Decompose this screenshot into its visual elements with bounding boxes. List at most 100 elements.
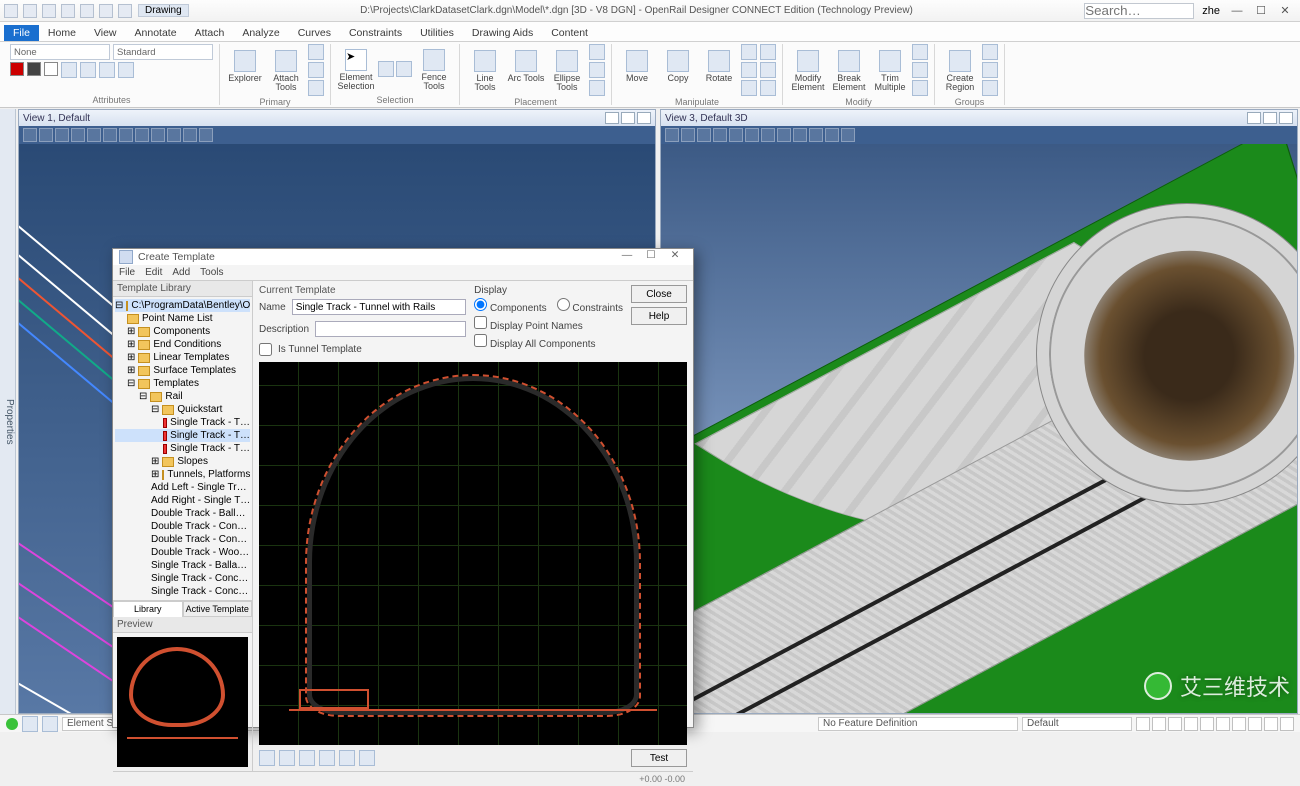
- tab-view[interactable]: View: [85, 25, 126, 41]
- vt-icon[interactable]: [71, 128, 85, 142]
- tree-leaf[interactable]: Double Track - Ball…: [115, 507, 250, 520]
- tunnel-checkbox[interactable]: [259, 343, 272, 356]
- sb-icon[interactable]: [1136, 717, 1150, 731]
- desc-field[interactable]: [315, 321, 466, 337]
- tab-utilities[interactable]: Utilities: [411, 25, 463, 41]
- radio-components[interactable]: Components: [474, 298, 546, 314]
- rotate-button[interactable]: Rotate: [700, 48, 738, 92]
- vt-icon[interactable]: [713, 128, 727, 142]
- ellipse-tools-button[interactable]: Ellipse Tools: [548, 48, 586, 92]
- name-field[interactable]: [292, 299, 466, 315]
- tree-leaf[interactable]: Double Track - Con…: [115, 533, 250, 546]
- tab-library[interactable]: Library: [113, 601, 183, 617]
- copy-button[interactable]: Copy: [659, 48, 697, 92]
- qat-icon[interactable]: [4, 4, 18, 18]
- vt-icon[interactable]: [793, 128, 807, 142]
- mod-icon[interactable]: [912, 62, 928, 78]
- template-tree[interactable]: ⊟C:\ProgramData\Bentley\OpenR… Point Nam…: [113, 297, 252, 600]
- sb-icon[interactable]: [1232, 717, 1246, 731]
- tree-node[interactable]: Point Name List: [115, 312, 250, 325]
- grp-icon[interactable]: [982, 80, 998, 96]
- vt-icon[interactable]: [761, 128, 775, 142]
- tab-drawing-aids[interactable]: Drawing Aids: [463, 25, 542, 41]
- menu-file[interactable]: File: [119, 267, 135, 278]
- place-icon[interactable]: [589, 62, 605, 78]
- trim-multiple-button[interactable]: Trim Multiple: [871, 48, 909, 92]
- style-dropdown[interactable]: Standard: [113, 44, 213, 60]
- tree-leaf[interactable]: Add Right - Single T…: [115, 494, 250, 507]
- qat-icon[interactable]: [118, 4, 132, 18]
- qat-icon[interactable]: [23, 4, 37, 18]
- modify-element-button[interactable]: Modify Element: [789, 48, 827, 92]
- move-button[interactable]: Move: [618, 48, 656, 92]
- view-canvas-3d[interactable]: [661, 144, 1297, 713]
- menu-add[interactable]: Add: [172, 267, 190, 278]
- sb-icon[interactable]: [42, 716, 58, 732]
- view-min-icon[interactable]: [1247, 112, 1261, 124]
- tree-leaf[interactable]: Single Track - T…: [115, 416, 250, 429]
- side-tab[interactable]: Properties: [0, 109, 16, 714]
- canvas-tool-icon[interactable]: [319, 750, 335, 766]
- tree-leaf[interactable]: Single Track - Conc…: [115, 572, 250, 585]
- sel-icon[interactable]: [396, 61, 412, 77]
- tab-annotate[interactable]: Annotate: [126, 25, 186, 41]
- man-icon[interactable]: [741, 80, 757, 96]
- tree-root[interactable]: ⊟C:\ProgramData\Bentley\OpenR…: [115, 299, 250, 312]
- tree-node[interactable]: ⊞End Conditions: [115, 338, 250, 351]
- mod-icon[interactable]: [912, 44, 928, 60]
- attr-icon[interactable]: [61, 62, 77, 78]
- view-header[interactable]: View 1, Default: [19, 110, 655, 126]
- canvas-tool-icon[interactable]: [299, 750, 315, 766]
- canvas-tool-icon[interactable]: [279, 750, 295, 766]
- prim-icon[interactable]: [308, 80, 324, 96]
- dialog-min-icon[interactable]: —: [615, 249, 639, 265]
- dialog-close-icon[interactable]: ✕: [663, 249, 687, 265]
- tab-content[interactable]: Content: [542, 25, 597, 41]
- vt-icon[interactable]: [103, 128, 117, 142]
- tree-node[interactable]: ⊞Components: [115, 325, 250, 338]
- status-dot-icon[interactable]: [6, 718, 18, 730]
- arc-tools-button[interactable]: Arc Tools: [507, 48, 545, 92]
- sb-icon[interactable]: [22, 716, 38, 732]
- maximize-button[interactable]: ☐: [1250, 3, 1272, 19]
- qat-icon[interactable]: [61, 4, 75, 18]
- vt-icon[interactable]: [745, 128, 759, 142]
- tree-leaf-selected[interactable]: Single Track - T…: [115, 429, 250, 442]
- grp-icon[interactable]: [982, 44, 998, 60]
- view-max-icon[interactable]: [1263, 112, 1277, 124]
- sb-icon[interactable]: [1216, 717, 1230, 731]
- view-header[interactable]: View 3, Default 3D: [661, 110, 1297, 126]
- tab-attach[interactable]: Attach: [186, 25, 234, 41]
- create-region-button[interactable]: Create Region: [941, 48, 979, 92]
- qat-icon[interactable]: [80, 4, 94, 18]
- tab-analyze[interactable]: Analyze: [233, 25, 288, 41]
- prim-icon[interactable]: [308, 44, 324, 60]
- attr-icon[interactable]: [80, 62, 96, 78]
- linestyle-swatch[interactable]: [44, 62, 58, 76]
- tab-active-template[interactable]: Active Template: [183, 601, 253, 617]
- vt-icon[interactable]: [777, 128, 791, 142]
- tree-leaf[interactable]: Single Track - Conc…: [115, 585, 250, 598]
- layer-dropdown[interactable]: None: [10, 44, 110, 60]
- vt-icon[interactable]: [23, 128, 37, 142]
- menu-edit[interactable]: Edit: [145, 267, 162, 278]
- sb-icon[interactable]: [1280, 717, 1294, 731]
- vt-icon[interactable]: [841, 128, 855, 142]
- view-close-icon[interactable]: [637, 112, 651, 124]
- qat-icon[interactable]: [99, 4, 113, 18]
- dialog-max-icon[interactable]: ☐: [639, 249, 663, 265]
- tab-curves[interactable]: Curves: [289, 25, 340, 41]
- close-button[interactable]: ✕: [1274, 3, 1296, 19]
- place-icon[interactable]: [589, 80, 605, 96]
- man-icon[interactable]: [760, 62, 776, 78]
- vt-icon[interactable]: [825, 128, 839, 142]
- man-icon[interactable]: [741, 44, 757, 60]
- vt-icon[interactable]: [87, 128, 101, 142]
- vt-icon[interactable]: [39, 128, 53, 142]
- fence-tools-button[interactable]: Fence Tools: [415, 47, 453, 91]
- place-icon[interactable]: [589, 44, 605, 60]
- radio-constraints[interactable]: Constraints: [557, 298, 623, 314]
- vt-icon[interactable]: [151, 128, 165, 142]
- tree-leaf[interactable]: Double Track - Con…: [115, 520, 250, 533]
- tree-node[interactable]: ⊞Linear Templates: [115, 351, 250, 364]
